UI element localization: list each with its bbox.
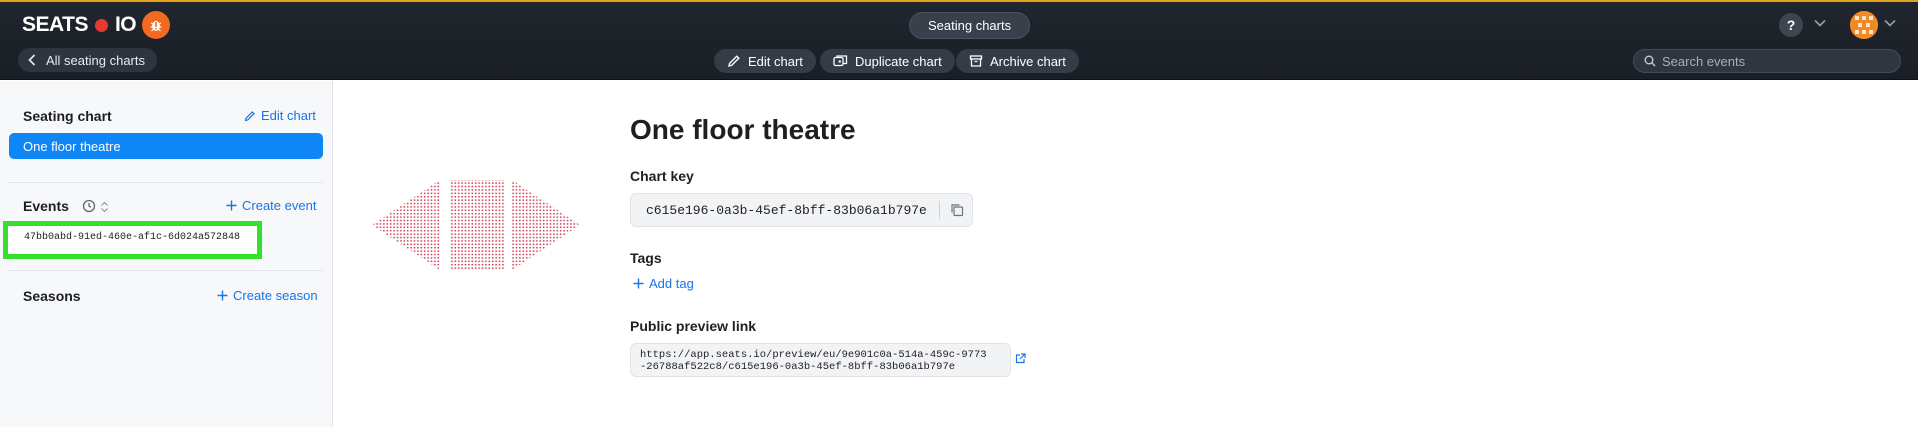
back-button-label: All seating charts <box>46 52 145 68</box>
seatsio-logo[interactable]: SEATS IO <box>22 11 171 39</box>
pencil-icon <box>244 110 255 121</box>
plus-icon <box>226 200 237 211</box>
left-seat-section <box>372 180 440 270</box>
center-seat-section <box>450 180 504 270</box>
chevron-left-icon <box>28 54 36 66</box>
page-title-pill[interactable]: Seating charts <box>909 12 1031 39</box>
top-bar: SEATS IO All seating charts Seating char… <box>0 0 1918 80</box>
chart-item-one-floor-theatre[interactable]: One floor theatre <box>9 133 323 159</box>
right-seat-section <box>512 180 580 270</box>
duplicate-icon <box>833 55 848 67</box>
logo-text-io: IO <box>114 13 137 36</box>
help-button[interactable]: ? <box>1779 13 1803 37</box>
chart-key-field[interactable]: c615e196-0a3b-45ef-8bff-83b06a1b797e <box>630 193 973 227</box>
create-event-label: Create event <box>242 198 317 213</box>
public-preview-link-field[interactable]: https://app.seats.io/preview/eu/9e901c0a… <box>630 343 1011 377</box>
divider <box>938 201 940 219</box>
duplicate-chart-label: Duplicate chart <box>855 53 942 69</box>
chart-key-value: c615e196-0a3b-45ef-8bff-83b06a1b797e <box>646 202 927 218</box>
history-icon[interactable] <box>82 199 96 213</box>
seating-chart-thumbnail[interactable] <box>372 178 580 272</box>
sidebar-edit-chart-label: Edit chart <box>261 108 316 123</box>
event-item[interactable]: 47bb0abd-91ed-460e-af1c-6d024a572848 <box>3 221 262 259</box>
external-link-icon[interactable] <box>1015 353 1026 364</box>
create-event-link[interactable]: Create event <box>226 198 316 213</box>
tags-label: Tags <box>630 250 662 266</box>
search-events-input[interactable] <box>1662 53 1882 69</box>
user-avatar[interactable] <box>1850 11 1878 39</box>
chart-key-label: Chart key <box>630 168 694 184</box>
edit-chart-button[interactable]: Edit chart <box>714 49 816 73</box>
archive-icon <box>969 55 983 67</box>
seasons-heading: Seasons <box>23 288 81 304</box>
divider <box>9 182 323 183</box>
bug-icon[interactable] <box>142 11 171 39</box>
sidebar: Seating chart Edit chart One floor theat… <box>0 81 333 427</box>
pencil-icon <box>728 55 740 67</box>
add-tag-link[interactable]: Add tag <box>633 276 694 291</box>
account-chevron-down-icon[interactable] <box>1883 16 1897 30</box>
search-icon <box>1644 55 1656 67</box>
logo-dot-icon <box>94 18 108 32</box>
page-title: One floor theatre <box>630 114 856 145</box>
public-preview-link-label: Public preview link <box>630 318 757 334</box>
create-season-link[interactable]: Create season <box>217 288 318 303</box>
search-events[interactable] <box>1633 49 1901 73</box>
public-preview-url-line-1: https://app.seats.io/preview/eu/9e901c0a… <box>640 349 987 361</box>
archive-chart-label: Archive chart <box>990 53 1066 69</box>
public-preview-url-line-2: -26788af522c8/c615e196-0a3b-45ef-8bff-83… <box>640 361 956 373</box>
duplicate-chart-button[interactable]: Duplicate chart <box>820 49 955 73</box>
all-seating-charts-button[interactable]: All seating charts <box>18 48 157 72</box>
sort-icon[interactable] <box>100 201 109 213</box>
create-season-label: Create season <box>233 288 318 303</box>
events-heading: Events <box>23 198 69 214</box>
plus-icon <box>633 278 644 289</box>
help-chevron-down-icon[interactable] <box>1813 16 1827 30</box>
copy-icon[interactable] <box>950 203 964 217</box>
sidebar-edit-chart-link[interactable]: Edit chart <box>244 108 316 123</box>
logo-text-seats: SEATS <box>22 13 88 36</box>
plus-icon <box>217 290 228 301</box>
divider <box>9 270 323 271</box>
edit-chart-label: Edit chart <box>748 53 803 69</box>
seating-chart-heading: Seating chart <box>23 108 112 124</box>
archive-chart-button[interactable]: Archive chart <box>956 49 1079 73</box>
add-tag-label: Add tag <box>649 276 694 291</box>
